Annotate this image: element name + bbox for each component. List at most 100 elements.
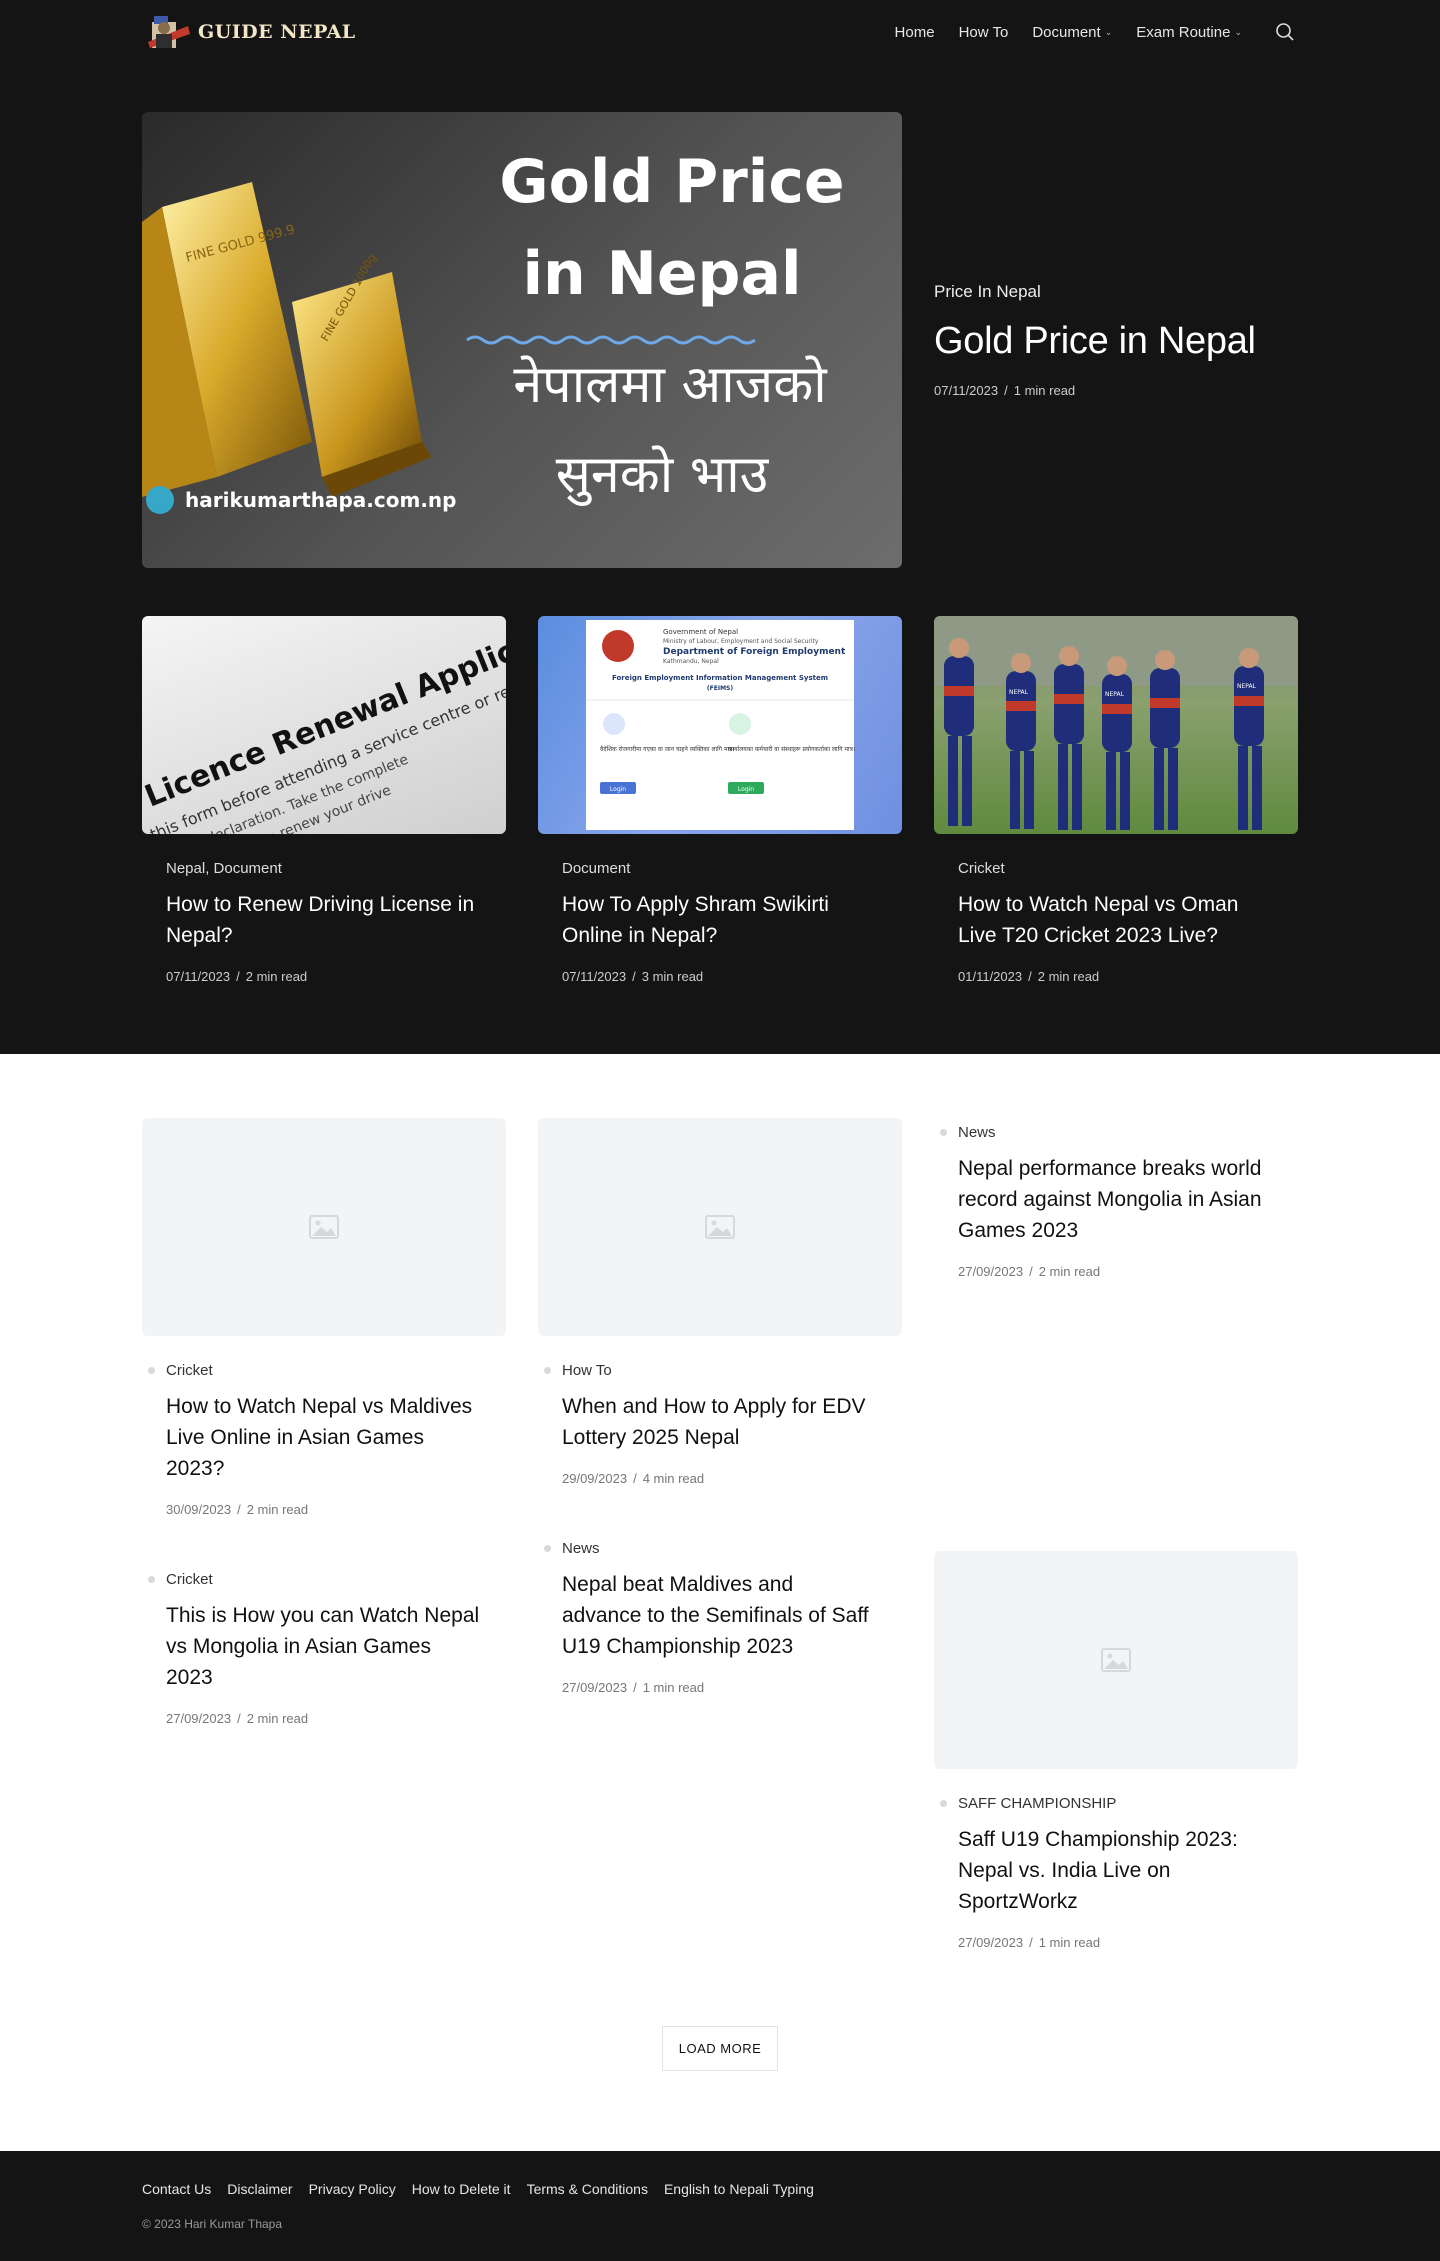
hero-image[interactable]: FINE GOLD 999.9 FINE GOLD 1000g Gold Pri… <box>142 112 902 568</box>
feims-text: Ministry of Labour, Employment and Socia… <box>663 638 819 645</box>
card-title[interactable]: How to Watch Nepal vs Oman Live T20 Cric… <box>958 889 1274 951</box>
feims-text: Kathmandu, Nepal <box>663 658 719 665</box>
category-row: News <box>940 1124 1274 1141</box>
read-time: 2 min read <box>246 1502 309 1517</box>
hero-title[interactable]: Gold Price in Nepal <box>934 320 1298 363</box>
post-date: 07/11/2023 <box>934 383 999 398</box>
post-card: Cricket How to Watch Nepal vs Maldives L… <box>142 1118 506 1517</box>
card-image[interactable]: NEPAL NEPAL NEPAL <box>934 616 1298 834</box>
nav-how-to[interactable]: How To <box>959 24 1009 41</box>
card-body: SAFF CHAMPIONSHIP Saff U19 Championship … <box>934 1795 1298 1950</box>
post-date: 27/09/2023 <box>166 1711 232 1726</box>
nepal-emblem-icon <box>602 630 634 662</box>
site-logo[interactable]: GUIDE NEPAL <box>142 12 356 52</box>
card-category[interactable]: Document <box>562 860 878 877</box>
card-image[interactable]: Licence Renewal Application this form be… <box>142 616 506 834</box>
card-title[interactable]: How To Apply Shram Swikirti Online in Ne… <box>562 889 878 951</box>
category-row: Cricket <box>148 1362 482 1379</box>
meta-separator: / <box>236 969 240 984</box>
image-placeholder[interactable] <box>538 1118 902 1336</box>
card-title[interactable]: Nepal performance breaks world record ag… <box>958 1153 1274 1246</box>
globe-icon <box>146 486 174 514</box>
nav-how-to-label: How To <box>958 23 1009 41</box>
jersey-text: NEPAL <box>1105 691 1125 698</box>
footer-link-terms[interactable]: Terms & Conditions <box>527 2181 648 2197</box>
footer-link-contact[interactable]: Contact Us <box>142 2181 211 2197</box>
nav-document-label: Document <box>1032 23 1101 41</box>
chevron-down-icon: ⌄ <box>1234 26 1242 37</box>
post-date: 27/09/2023 <box>958 1264 1024 1279</box>
card-title[interactable]: When and How to Apply for EDV Lottery 20… <box>562 1391 878 1453</box>
posts-column: Cricket How to Watch Nepal vs Maldives L… <box>142 1118 506 1780</box>
category-dot <box>148 1367 155 1374</box>
card-meta: 27/09/2023 / 2 min read <box>166 1711 482 1726</box>
card-category[interactable]: Cricket <box>166 1571 213 1588</box>
read-time: 2 min read <box>246 1711 309 1726</box>
card-title[interactable]: How to Watch Nepal vs Maldives Live Onli… <box>166 1391 482 1484</box>
category-dot <box>148 1576 155 1583</box>
chevron-down-icon: ⌄ <box>1104 26 1113 37</box>
load-more-button[interactable]: LOAD MORE <box>661 2026 779 2071</box>
meta-separator: / <box>1029 1935 1033 1950</box>
footer-link-disclaimer[interactable]: Disclaimer <box>227 2181 292 2197</box>
main-nav: Home How To Document ⌄ Exam Routine ⌄ <box>895 24 1242 41</box>
nav-home[interactable]: Home <box>895 24 935 41</box>
feims-text: कार्यालयका कर्मचारी वा संस्थाहरू प्रयोगक… <box>728 745 855 753</box>
image-placeholder[interactable] <box>142 1118 506 1336</box>
feims-screenshot: Government of Nepal Ministry of Labour, … <box>586 620 855 830</box>
hero-category[interactable]: Price In Nepal <box>934 282 1298 302</box>
card-meta: 30/09/2023 / 2 min read <box>166 1502 482 1517</box>
category-dot <box>940 1129 947 1136</box>
nav-exam-routine[interactable]: Exam Routine ⌄ <box>1136 24 1242 41</box>
posts-column: News Nepal performance breaks world reco… <box>934 1118 1298 2004</box>
category-row: SAFF CHAMPIONSHIP <box>940 1795 1274 1812</box>
card-body: News Nepal beat Maldives and advance to … <box>538 1540 902 1695</box>
image-placeholder[interactable] <box>934 1551 1298 1769</box>
card-body: Cricket This is How you can Watch Nepal … <box>142 1571 506 1726</box>
post-date: 30/09/2023 <box>166 1502 232 1517</box>
meta-separator: / <box>237 1502 241 1517</box>
card-title[interactable]: Saff U19 Championship 2023: Nepal vs. In… <box>958 1824 1274 1917</box>
wavy-underline <box>466 335 756 345</box>
logo-icon <box>148 16 190 48</box>
card-category[interactable]: Cricket <box>166 1362 213 1379</box>
card-category[interactable]: Nepal, Document <box>166 860 482 877</box>
footer-link-delete[interactable]: How to Delete it <box>412 2181 511 2197</box>
card-category[interactable]: SAFF CHAMPIONSHIP <box>958 1795 1116 1812</box>
card-category[interactable]: News <box>562 1540 600 1557</box>
card-title[interactable]: Nepal beat Maldives and advance to the S… <box>562 1569 878 1662</box>
post-date: 07/11/2023 <box>166 969 231 984</box>
image-icon <box>1101 1648 1131 1672</box>
read-time: 1 min read <box>1013 383 1076 398</box>
card-category[interactable]: How To <box>562 1362 612 1379</box>
card-title[interactable]: How to Renew Driving License in Nepal? <box>166 889 482 951</box>
nav-document[interactable]: Document ⌄ <box>1032 24 1112 41</box>
feims-login-label: Login <box>610 786 626 793</box>
card-category[interactable]: News <box>958 1124 996 1141</box>
card-image[interactable]: Government of Nepal Ministry of Labour, … <box>538 616 902 834</box>
category-dot <box>544 1367 551 1374</box>
card-meta: 27/09/2023 / 1 min read <box>958 1935 1274 1950</box>
card-category[interactable]: Cricket <box>958 860 1274 877</box>
card-body: Document How To Apply Shram Swikirti Onl… <box>538 834 902 984</box>
read-time: 2 min read <box>1037 969 1100 984</box>
footer-link-privacy[interactable]: Privacy Policy <box>309 2181 396 2197</box>
jersey-text: NEPAL <box>1009 689 1029 696</box>
site-header: GUIDE NEPAL Home How To Document ⌄ Exam R… <box>0 0 1440 64</box>
post-card: How To When and How to Apply for EDV Lot… <box>538 1118 902 1486</box>
read-time: 1 min read <box>642 1680 705 1695</box>
meta-separator: / <box>633 1471 637 1486</box>
featured-card: Licence Renewal Application this form be… <box>142 616 506 984</box>
read-time: 4 min read <box>642 1471 705 1486</box>
search-button[interactable] <box>1272 19 1298 45</box>
load-more-wrapper: LOAD MORE <box>142 2004 1298 2091</box>
footer-link-typing[interactable]: English to Nepali Typing <box>664 2181 814 2197</box>
card-title[interactable]: This is How you can Watch Nepal vs Mongo… <box>166 1600 482 1693</box>
hero-image-site: harikumarthapa.com.np <box>185 488 456 512</box>
nav-home-label: Home <box>894 23 935 41</box>
post-date: 01/11/2023 <box>958 969 1023 984</box>
meta-separator: / <box>1029 1264 1033 1279</box>
license-form-illustration: Licence Renewal Application this form be… <box>142 616 506 834</box>
read-time: 1 min read <box>1038 1935 1101 1950</box>
post-card: News Nepal performance breaks world reco… <box>934 1124 1298 1279</box>
